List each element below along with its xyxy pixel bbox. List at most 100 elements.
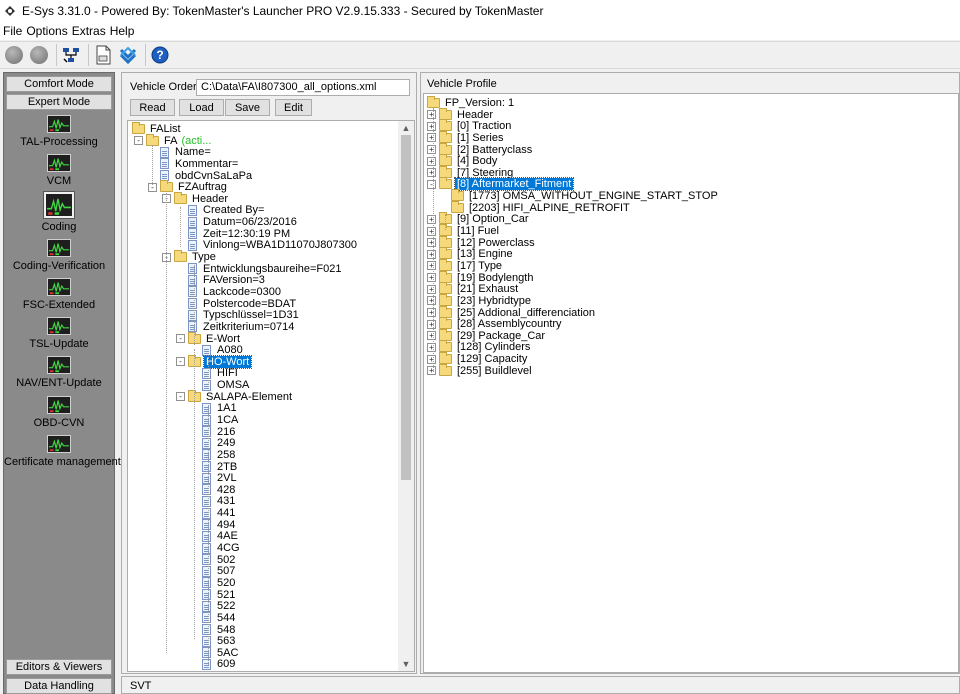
expand-icon[interactable]: + [427, 354, 436, 364]
nav-item-tsl-update[interactable]: TSL-Update [4, 317, 114, 350]
nav-item-tal-processing[interactable]: TAL-Processing [4, 115, 114, 148]
vehicle-order-path-field[interactable]: C:\Data\FA\I807300_all_options.xml [196, 79, 410, 96]
tree-folder-node[interactable]: + [25] Addional_differenciation [427, 305, 597, 319]
comfort-mode-button[interactable]: Comfort Mode [6, 76, 112, 92]
nav-item-coding-verification[interactable]: Coding-Verification [4, 239, 114, 272]
nav-item-certificate-management[interactable]: Certificate management [4, 435, 121, 468]
document-button[interactable] [92, 44, 114, 66]
toolbar-separator [145, 44, 146, 66]
menu-extras[interactable]: Extras [72, 24, 110, 38]
disconnect-button[interactable] [3, 44, 25, 66]
scroll-down-icon[interactable]: ▼ [398, 657, 414, 671]
document-icon [202, 519, 211, 531]
tree-folder-node[interactable]: - Header [162, 191, 230, 205]
tree-leaf-node[interactable]: Datum=06/23/2016 [188, 216, 299, 228]
nav-item-nav-ent-update[interactable]: NAV/ENT-Update [4, 356, 114, 389]
save-button[interactable]: Save [225, 99, 270, 116]
tree-folder-node[interactable]: - FZAuftrag [148, 180, 229, 193]
tree-leaf-node[interactable]: Vinlong=WBA1D11070J807300 [188, 239, 359, 251]
expand-icon[interactable]: + [427, 366, 436, 376]
tree-folder-node[interactable]: FAList [132, 122, 183, 135]
nav-item-coding[interactable]: Coding [4, 192, 114, 233]
expand-icon[interactable]: + [427, 121, 436, 131]
monitor-icon [47, 115, 71, 133]
help-button[interactable]: ? [149, 44, 171, 66]
menu-options[interactable]: Options [26, 24, 71, 38]
expand-icon[interactable]: + [427, 226, 436, 236]
data-handling-button[interactable]: Data Handling [6, 678, 112, 694]
expand-icon[interactable]: + [427, 284, 436, 294]
vehicle-profile-tree[interactable]: FP_Version: 1 + Header + [0] Traction + [1] Se… [423, 93, 959, 673]
nav-item-vcm[interactable]: VCM [4, 154, 114, 187]
expand-icon[interactable]: + [427, 296, 436, 306]
collapse-icon[interactable]: - [176, 334, 185, 344]
tree-leaf-node[interactable]: Zeit=12:30:19 PM [188, 228, 292, 240]
scroll-up-icon[interactable]: ▲ [398, 121, 414, 135]
tree-folder-node[interactable]: [2203] HIFI_ALPINE_RETROFIT [451, 200, 632, 214]
tree-leaf-node[interactable]: Created By= [188, 204, 266, 216]
expand-icon[interactable]: + [427, 133, 436, 143]
expand-icon[interactable]: + [427, 319, 436, 329]
tree-folder-node[interactable]: - Type [162, 250, 218, 263]
vehicle-order-tree[interactable]: ▲ ▼ FAList - FA (acti... Name= Kommentar= obdC… [127, 120, 415, 672]
menu-help[interactable]: Help [110, 24, 139, 38]
expand-icon[interactable]: + [427, 238, 436, 248]
collapse-icon[interactable]: - [176, 357, 185, 367]
tree-leaf-node[interactable]: OMSA [202, 379, 251, 391]
tree-node-label: [2203] HIFI_ALPINE_RETROFIT [469, 201, 630, 214]
collapse-icon[interactable]: - [427, 179, 436, 189]
tree-leaf-node[interactable]: FAVersion=3 [188, 274, 267, 286]
tree-leaf-node[interactable]: Entwicklungsbaureihe=F021 [188, 263, 344, 275]
tree-leaf-node[interactable]: Kommentar= [160, 158, 240, 170]
tree-folder-node[interactable]: + [255] Buildlevel [427, 363, 534, 377]
tree-folder-node[interactable]: - HO-Wort [176, 354, 253, 369]
editors-viewers-button[interactable]: Editors & Viewers [6, 659, 112, 675]
vehicle-order-scrollbar[interactable]: ▲ ▼ [398, 121, 414, 671]
expand-icon[interactable]: + [427, 331, 436, 341]
collapse-icon[interactable]: - [134, 136, 143, 146]
active-status-label: (acti... [181, 134, 212, 147]
expand-icon[interactable]: + [427, 214, 436, 224]
tree-node-label: E-Wort [206, 332, 241, 345]
tree-folder-node[interactable]: [1773] OMSA_WITHOUT_ENGINE_START_STOP [451, 189, 720, 202]
tree-leaf-node[interactable]: Lackcode=0300 [188, 286, 283, 298]
tree-folder-node[interactable]: + Header [427, 107, 495, 121]
scrollbar-thumb[interactable] [401, 135, 411, 480]
expand-icon[interactable]: + [427, 261, 436, 271]
expand-icon[interactable]: + [427, 156, 436, 166]
tree-folder-node[interactable]: - FA (acti... [134, 133, 213, 147]
tree-node-label: Header [457, 108, 494, 121]
tree-folder-node[interactable]: - [8] Aftermarket_Fitment [427, 177, 575, 192]
tree-leaf-node[interactable]: Typschlüssel=1D31 [188, 309, 301, 321]
read-button[interactable]: Read [130, 99, 175, 116]
tree-leaf-node[interactable]: Polstercode=BDAT [188, 298, 298, 310]
expand-icon[interactable]: + [427, 145, 436, 155]
tree-node-label: [129] Capacity [457, 353, 528, 366]
document-icon [188, 309, 197, 321]
collapse-icon[interactable]: - [176, 392, 185, 402]
connect-button[interactable] [28, 44, 50, 66]
tree-leaf-node[interactable]: Name= [160, 146, 213, 158]
nav-item-label: Coding-Verification [12, 260, 106, 272]
expand-icon[interactable]: + [427, 110, 436, 120]
expand-icon[interactable]: + [427, 168, 436, 178]
expand-icon[interactable]: + [427, 308, 436, 318]
expand-icon[interactable]: + [427, 273, 436, 283]
tree-leaf-node[interactable]: Zeitkriterium=0714 [188, 321, 296, 333]
expand-icon[interactable]: + [427, 342, 436, 352]
bmw-logo-button[interactable] [117, 44, 139, 66]
network-button[interactable] [60, 44, 82, 66]
nav-item-obd-cvn[interactable]: OBD-CVN [4, 396, 114, 429]
tree-leaf-node[interactable]: obdCvnSaLaPa [160, 170, 254, 182]
tree-node-label: 249 [217, 437, 236, 450]
tree-folder-node[interactable]: + [4] Body [427, 154, 499, 167]
load-button[interactable]: Load [179, 99, 224, 116]
tree-folder-node[interactable]: + [28] Assemblycountry [427, 317, 564, 330]
tree-leaf-node[interactable]: A080 [202, 344, 245, 356]
menu-file[interactable]: File [3, 24, 26, 38]
expand-icon[interactable]: + [427, 249, 436, 259]
expert-mode-button[interactable]: Expert Mode [6, 94, 112, 110]
nav-item-fsc-extended[interactable]: FSC-Extended [4, 278, 114, 311]
tree-folder-node[interactable]: - E-Wort [176, 331, 242, 345]
edit-button[interactable]: Edit [275, 99, 312, 116]
